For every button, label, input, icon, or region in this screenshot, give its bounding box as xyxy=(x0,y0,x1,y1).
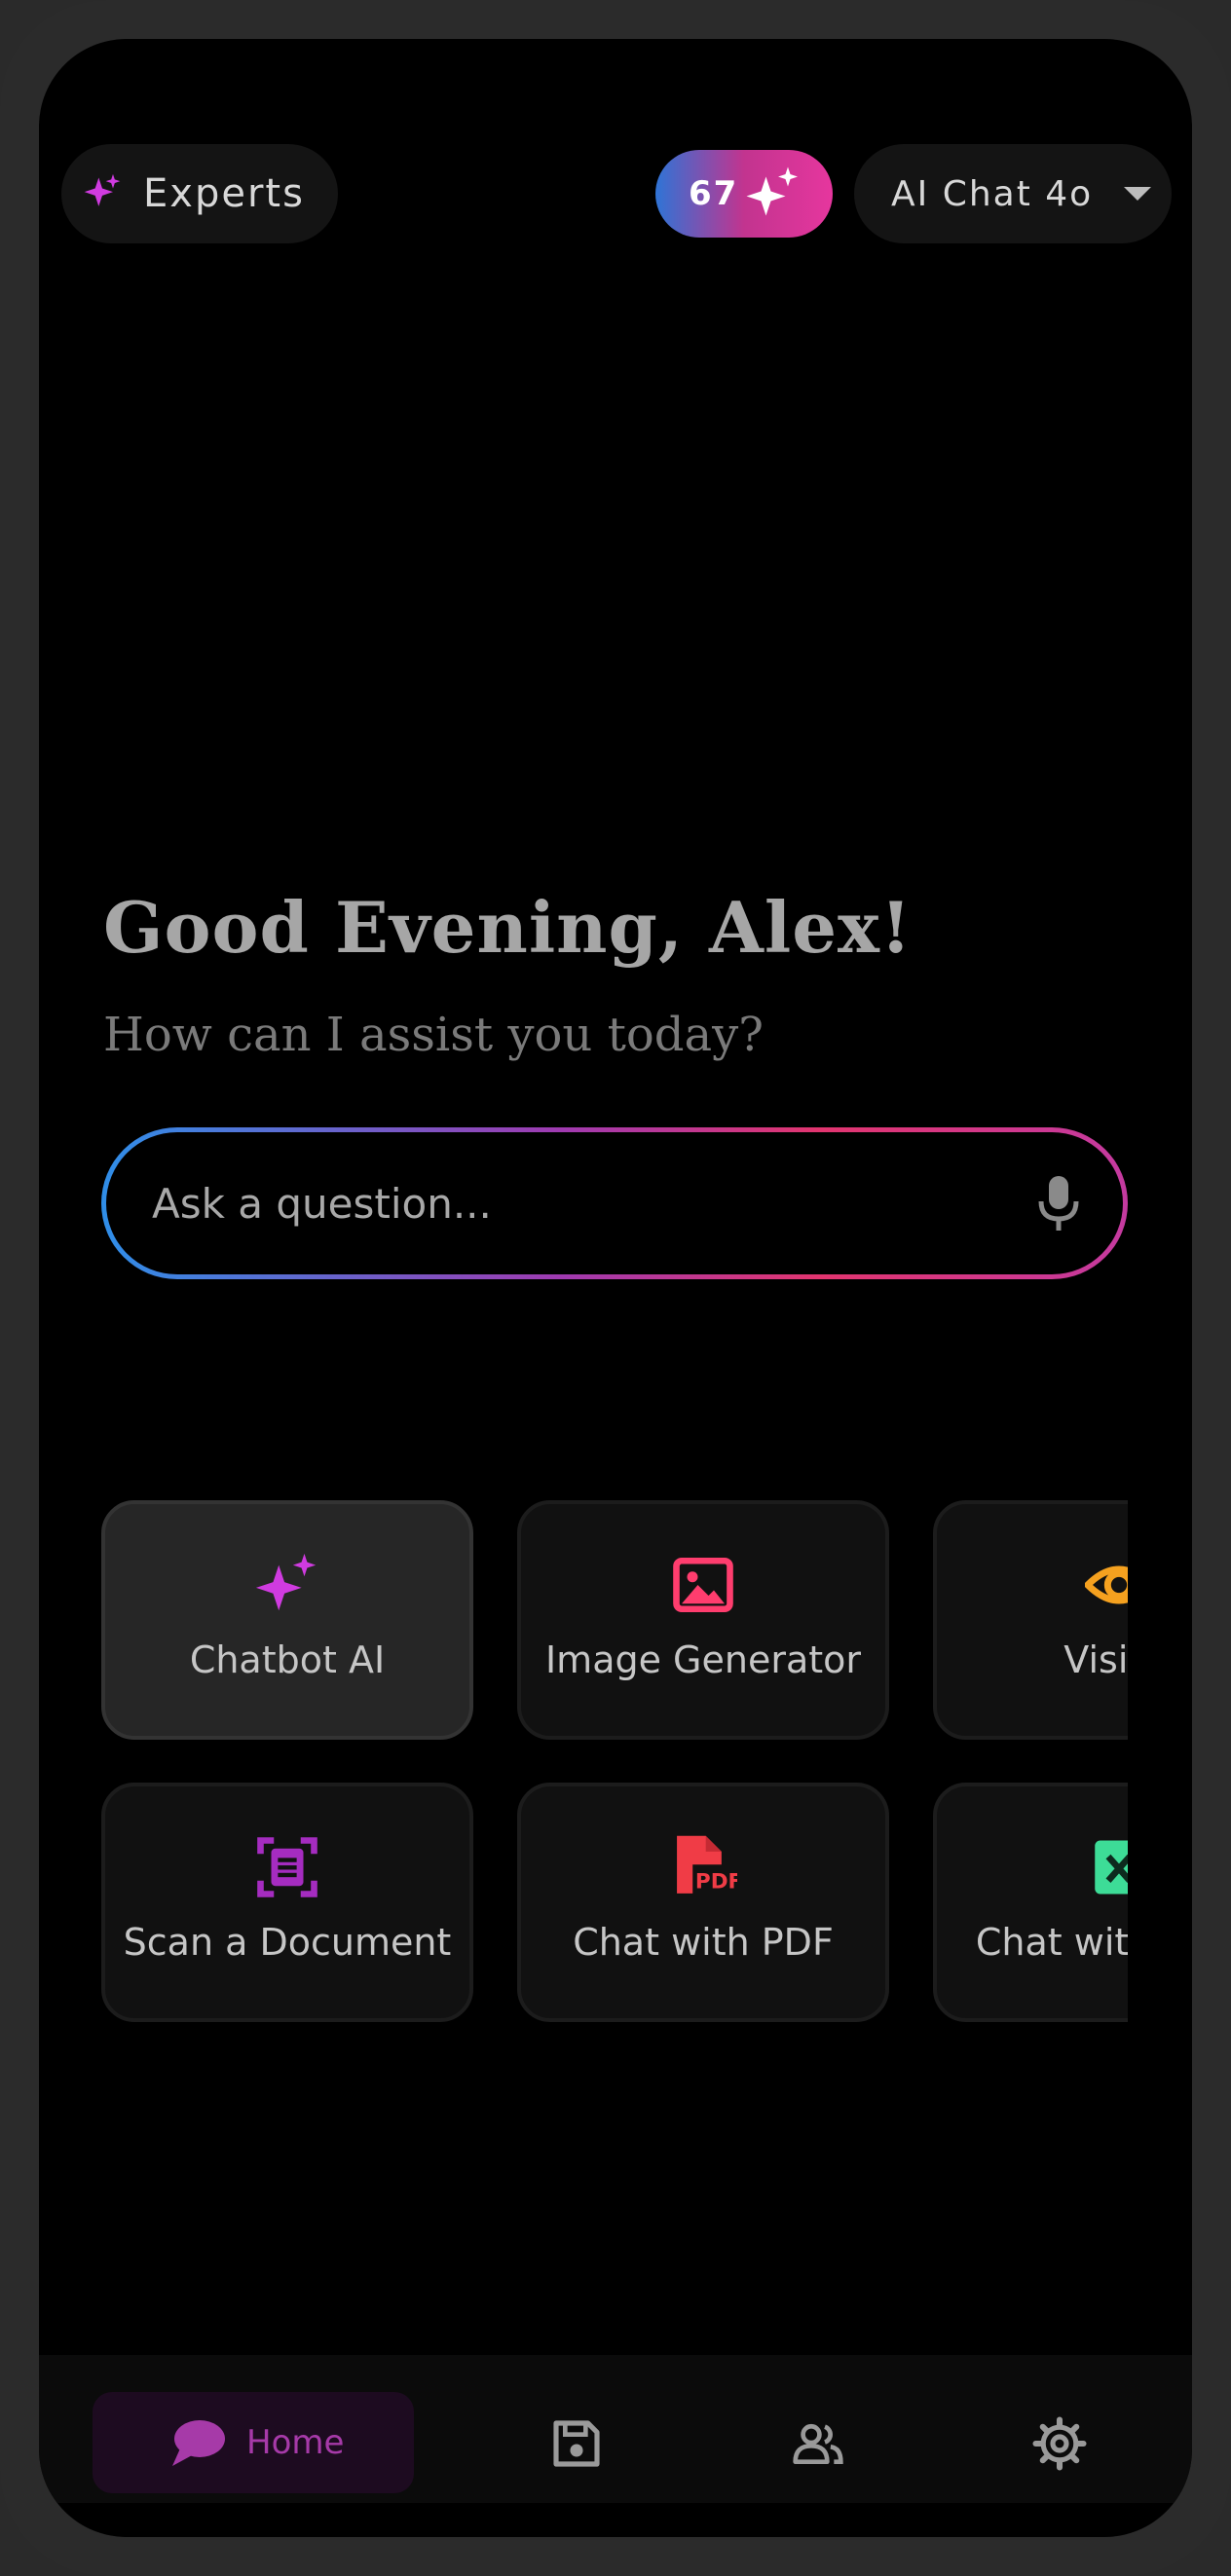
search-input[interactable] xyxy=(150,1178,1035,1229)
nav-home-label: Home xyxy=(246,2423,345,2462)
bottom-nav: Home xyxy=(39,2355,1192,2503)
tool-card-vision[interactable]: Vision xyxy=(933,1500,1128,1740)
tool-label: Chat with Excel xyxy=(975,1921,1128,1964)
tool-card-image-generator[interactable]: Image Generator xyxy=(517,1500,889,1740)
tool-label: Chatbot AI xyxy=(189,1638,386,1681)
image-icon xyxy=(669,1551,737,1619)
people-icon[interactable] xyxy=(791,2416,845,2471)
tool-card-chat-with-pdf[interactable]: PDF Chat with PDF xyxy=(517,1783,889,2022)
tool-card-chat-with-excel[interactable]: Chat with Excel xyxy=(933,1783,1128,2022)
sparkles-icon xyxy=(81,172,124,215)
tool-label: Vision xyxy=(1063,1638,1128,1681)
gear-icon[interactable] xyxy=(1032,2416,1087,2471)
sparkles-icon xyxy=(253,1551,321,1619)
floppy-disk-icon[interactable] xyxy=(549,2416,604,2471)
microphone-icon[interactable] xyxy=(1035,1174,1082,1233)
svg-text:PDF: PDF xyxy=(695,1870,737,1895)
model-label: AI Chat 4o xyxy=(891,173,1094,214)
sparkles-icon xyxy=(744,165,802,223)
credits-count: 67 xyxy=(689,174,739,213)
nav-home[interactable]: Home xyxy=(93,2392,414,2493)
tool-label: Image Generator xyxy=(544,1638,862,1681)
excel-file-icon xyxy=(1085,1833,1128,1901)
experts-label: Experts xyxy=(143,171,305,216)
greeting-title: Good Evening, Alex! xyxy=(103,886,913,969)
eye-icon xyxy=(1085,1551,1128,1619)
search-bar xyxy=(101,1127,1128,1279)
model-selector[interactable]: AI Chat 4o xyxy=(854,144,1172,243)
tool-label: Chat with PDF xyxy=(573,1921,834,1964)
tool-card-chatbot-ai[interactable]: Chatbot AI xyxy=(101,1500,473,1740)
greeting-subtitle: How can I assist you today? xyxy=(103,1008,764,1062)
document-scan-icon xyxy=(253,1833,321,1901)
chat-bubble-icon xyxy=(168,2417,227,2468)
app-screen: Experts 67 AI Chat 4o Good Evening, Alex… xyxy=(39,39,1192,2537)
tools-grid: Chatbot AI Image Generator Visi Scan a D… xyxy=(101,1500,1128,2065)
phone-frame: Experts 67 AI Chat 4o Good Evening, Alex… xyxy=(0,0,1231,2576)
tool-card-scan-document[interactable]: Scan a Document xyxy=(101,1783,473,2022)
experts-button[interactable]: Experts xyxy=(61,144,338,243)
credits-badge[interactable]: 67 xyxy=(655,150,833,238)
search-inner xyxy=(106,1132,1123,1274)
chevron-down-icon xyxy=(1124,187,1152,201)
tool-label: Scan a Document xyxy=(123,1921,452,1964)
pdf-file-icon: PDF xyxy=(669,1833,737,1901)
